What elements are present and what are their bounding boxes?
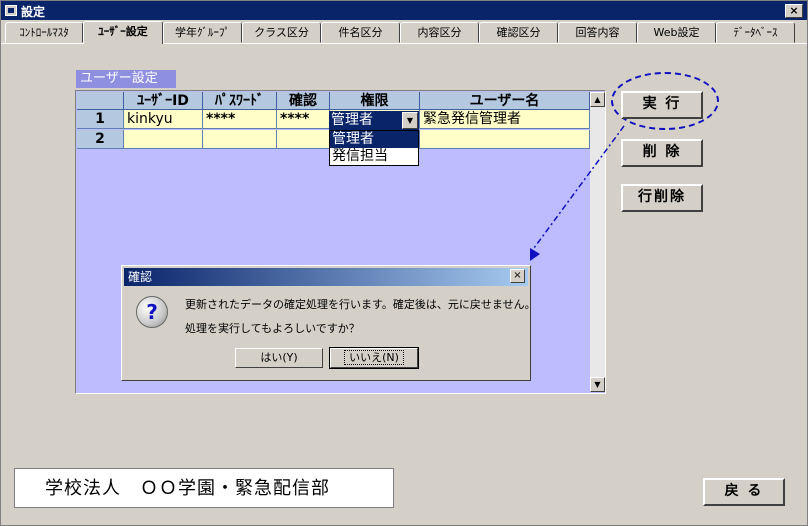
no-button[interactable]: いいえ(N) bbox=[329, 347, 419, 369]
role-option[interactable]: 管理者 bbox=[330, 131, 418, 148]
column-header-user-name: ユーザー名 bbox=[420, 92, 590, 110]
cell-confirm[interactable]: **** bbox=[277, 110, 330, 129]
cell-user-id[interactable] bbox=[124, 130, 203, 149]
close-icon[interactable]: × bbox=[510, 269, 525, 283]
tab-web-settings[interactable]: Web設定 bbox=[637, 22, 716, 43]
role-dropdown-list: 管理者 発信担当 bbox=[329, 130, 419, 166]
tab-class-category[interactable]: クラス区分 bbox=[242, 22, 321, 43]
tab-grade-group[interactable]: 学年ｸﾞﾙｰﾌﾟ bbox=[163, 22, 242, 43]
cell-password[interactable]: **** bbox=[203, 110, 277, 129]
no-button-label: いいえ(N) bbox=[344, 350, 404, 365]
cell-confirm[interactable] bbox=[277, 130, 330, 149]
question-icon: ? bbox=[136, 296, 168, 328]
dialog-message-line1: 更新されたデータの確定処理を行います。確定後は、元に戻せません。 bbox=[185, 298, 536, 311]
window-title: 設定 bbox=[21, 5, 46, 19]
grid-header: ﾕｰｻﾞｰID ﾊﾟｽﾜｰﾄﾞ 確認 権限 ユーザー名 bbox=[77, 92, 590, 110]
column-header-user-id: ﾕｰｻﾞｰID bbox=[124, 92, 203, 110]
row-number[interactable]: 1 bbox=[77, 110, 124, 129]
tab-user-settings[interactable]: ﾕｰｻﾞｰ設定 bbox=[83, 21, 163, 44]
execute-button[interactable]: 実 行 bbox=[621, 91, 703, 119]
section-label: ユーザー設定 bbox=[76, 70, 176, 88]
close-icon[interactable]: × bbox=[785, 4, 803, 18]
role-option[interactable]: 発信担当 bbox=[330, 148, 418, 165]
column-header-rownum bbox=[77, 92, 124, 110]
dialog-message-line2: 処理を実行してもよろしいですか？ bbox=[185, 322, 360, 335]
scroll-down-icon[interactable]: ▼ bbox=[590, 377, 605, 392]
tab-control-master[interactable]: ｺﾝﾄﾛｰﾙﾏｽﾀ bbox=[5, 22, 83, 43]
tab-confirm-category[interactable]: 確認区分 bbox=[479, 22, 558, 43]
title-bar: 設定 × bbox=[1, 1, 807, 20]
app-icon bbox=[5, 5, 17, 16]
tab-content-category[interactable]: 内容区分 bbox=[400, 22, 479, 43]
back-button[interactable]: 戻 る bbox=[703, 478, 785, 506]
annotation-arrow bbox=[530, 125, 625, 261]
organization-name: 学校法人 ＯＯ学園・緊急配信部 bbox=[14, 468, 394, 508]
column-header-role: 権限 bbox=[330, 92, 420, 110]
yes-button[interactable]: はい(Y) bbox=[235, 348, 323, 368]
tab-database[interactable]: ﾃﾞｰﾀﾍﾞｰｽ bbox=[716, 22, 795, 43]
column-header-confirm: 確認 bbox=[277, 92, 330, 110]
delete-row-button[interactable]: 行削除 bbox=[621, 184, 703, 212]
column-header-password: ﾊﾟｽﾜｰﾄﾞ bbox=[203, 92, 277, 110]
dialog-title: 確認 bbox=[124, 268, 528, 286]
tab-subject-category[interactable]: 件名区分 bbox=[321, 22, 400, 43]
chevron-down-icon[interactable]: ▼ bbox=[402, 112, 418, 129]
cell-user-id[interactable]: kinkyu bbox=[124, 110, 203, 129]
cell-password[interactable] bbox=[203, 130, 277, 149]
confirm-dialog: 確認 × ? 更新されたデータの確定処理を行います。確定後は、元に戻せません。 … bbox=[121, 265, 536, 381]
scroll-up-icon[interactable]: ▲ bbox=[590, 92, 605, 107]
tab-reply-content[interactable]: 回答内容 bbox=[558, 22, 637, 43]
delete-button[interactable]: 削 除 bbox=[621, 139, 703, 167]
row-number[interactable]: 2 bbox=[77, 130, 124, 149]
